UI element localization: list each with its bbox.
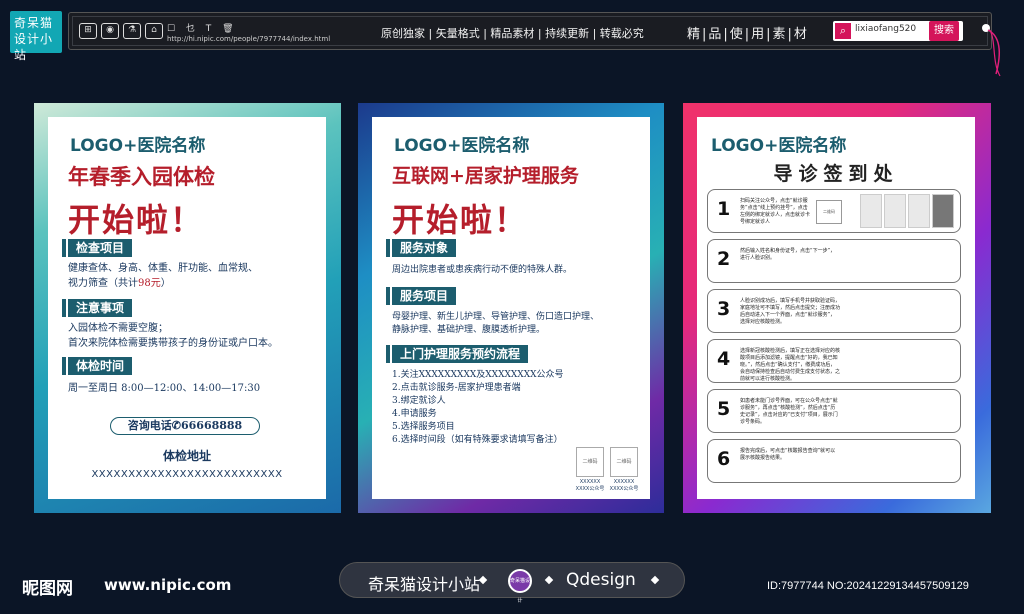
brand-logo[interactable]: 奇呆猫 设计小站 [10, 11, 62, 62]
brand-badge: 奇呆猫设计 [508, 569, 532, 604]
section-tag: 体检时间 [61, 357, 133, 375]
poster-guide-checkin: LOGO+医院名称 导诊签到处 1 扫码关注公众号，点击“就诊服务”点击“线上预… [683, 103, 991, 513]
brand-logo-line1: 奇呆猫 [14, 16, 54, 30]
step-text: 人脸识别成功后，填写手机号并获取验证码，家庭地址可不填写，然后点击提交；注册成功… [740, 298, 841, 325]
step-number: 4 [717, 348, 731, 370]
poster-logo-title: LOGO+医院名称 [70, 136, 206, 156]
body-line: 视力筛查（共计98元） [68, 276, 258, 291]
step-list: 1.关注XXXXXXXXX及XXXXXXXX公众号 2.点击就诊服务-居家护理患… [392, 369, 564, 447]
diamond-icon [544, 575, 554, 585]
phone-screenshot [932, 194, 954, 228]
step-number: 2 [717, 248, 731, 270]
step-item: 5.选择服务项目 [392, 422, 455, 432]
qr-code: 二维码 [576, 447, 604, 477]
brand-pill: 奇呆猫设计小站 奇呆猫设计 Qdesign [339, 562, 685, 604]
qdesign-text: Qdesign [566, 570, 636, 590]
search-button[interactable]: 搜索 [929, 21, 959, 41]
price: 98元 [138, 278, 161, 289]
headline: 年春季入园体检 [68, 164, 215, 189]
qr-caption-line: XXXX公众号 [609, 486, 639, 492]
poster-logo-title: LOGO+医院名称 [711, 136, 847, 156]
brand-logo-line2: 设计小站 [14, 32, 54, 62]
step-number: 5 [717, 398, 731, 420]
body-text: 视力筛查（共计 [68, 278, 138, 289]
profile-url[interactable]: http://hi.nipic.com/people/7977744/index… [167, 35, 330, 43]
step-item: 6.选择时间段（如有特殊要求请填写备注） [392, 435, 563, 445]
search-input[interactable] [855, 24, 935, 34]
guide-step: 2 然后输入姓名和身份证号，点击“下一步”，进行人脸识别。 [707, 239, 961, 283]
qr-caption-line: XXXX公众号 [575, 486, 605, 492]
guide-title: 导诊签到处 [773, 163, 899, 185]
section-tag: 注意事项 [61, 299, 133, 317]
step-text: 报告完成后，可点击“核酸报告查询”就可以展示核酸报告结果。 [740, 448, 836, 461]
step-number: 1 [717, 198, 731, 220]
step-item: 2.点击就诊服务-居家护理患者端 [392, 383, 521, 393]
body-line: 健康查体、身高、体重、肝功能、血常规、 [68, 263, 258, 274]
address-title: 体检地址 [162, 449, 211, 463]
step-text: 如患者未能门诊号界面，可在公众号点击“就诊服务”，再点击“核酸检测”，然后点击“… [740, 398, 838, 425]
shop-icon[interactable]: ⌂ [145, 23, 163, 39]
body-line: 静脉护理、基础护理、腹膜透析护理。 [392, 325, 546, 335]
small-tool-icons[interactable]: ☐ 乜 T 🗑 [167, 21, 238, 34]
diamond-icon [478, 575, 488, 585]
body-line: 周边出院患者或患疾病行动不便的特殊人群。 [392, 265, 573, 275]
qr-code: 二维码 [816, 200, 842, 224]
poster-checkup: LOGO+医院名称 年春季入园体检 开始啦！ 检查项目 健康查体、身高、体重、肝… [34, 103, 341, 513]
site-url[interactable]: www.nipic.com [104, 576, 231, 594]
section-tag: 上门护理服务预约流程 [385, 345, 529, 363]
address-value: XXXXXXXXXXXXXXXXXXXXXXXXXX [91, 469, 283, 480]
phone-screenshot [860, 194, 882, 228]
headline: 互联网+居家护理服务 [392, 165, 579, 187]
gift-icon[interactable]: ⊞ [79, 23, 97, 39]
guide-step: 6 报告完成后，可点击“核酸报告查询”就可以展示核酸报告结果。 [707, 439, 961, 483]
step-item: 3.绑定就诊人 [392, 396, 446, 406]
diamond-icon [650, 575, 660, 585]
poster-logo-title: LOGO+医院名称 [394, 136, 530, 156]
site-logo[interactable]: 昵图网 [22, 574, 73, 599]
step-number: 3 [717, 298, 731, 320]
brand-name: 奇呆猫设计小站 [368, 575, 481, 594]
qr-code: 二维码 [610, 447, 638, 477]
step-number: 6 [717, 448, 731, 470]
headline-large: 开始啦！ [392, 201, 529, 239]
poster-card: LOGO+医院名称 导诊签到处 1 扫码关注公众号，点击“就诊服务”点击“线上预… [697, 117, 975, 499]
poster-card: LOGO+医院名称 互联网+居家护理服务 开始啦！ 服务对象 周边出院患者或患疾… [372, 117, 650, 499]
search-icon[interactable]: ⌕ [835, 23, 851, 39]
camera-icon[interactable]: ◉ [101, 23, 119, 39]
section-body: 入园体检不需要空腹； 首次来院体检需要携带孩子的身份证或户口本。 [68, 321, 278, 351]
image-id: ID:7977744 NO:20241229134457509129 [767, 580, 969, 592]
phone-badge: 咨询电话✆66668888 [110, 417, 260, 435]
step-item: 1.关注XXXXXXXXX及XXXXXXXX公众号 [392, 370, 564, 380]
flask-icon[interactable]: ⚗ [123, 23, 141, 39]
tassel-icon [982, 24, 1001, 77]
section-tag: 检查项目 [61, 239, 133, 257]
body-text: ） [160, 278, 171, 289]
step-item: 4.申请服务 [392, 409, 437, 419]
phone-screenshot [884, 194, 906, 228]
guide-step: 1 扫码关注公众号，点击“就诊服务”点击“线上预约挂号”，点击左侧的绑定就诊人，… [707, 189, 961, 233]
section-body: 健康查体、身高、体重、肝功能、血常规、 视力筛查（共计98元） [68, 261, 258, 291]
qr-caption: XXXXXX XXXX公众号 [573, 479, 607, 492]
step-text: 选择新冠核酸检测后，填写正在选择对应的核酸项目后添加滤镜，提醒点击“好的，我已知… [740, 348, 841, 382]
body-line: 周一至周日 8:00—12:00、14:00—17:30 [68, 383, 261, 394]
section-tag: 服务项目 [385, 287, 457, 305]
headline-large: 开始啦！ [68, 201, 205, 239]
step-text: 然后输入姓名和身份证号，点击“下一步”，进行人脸识别。 [740, 248, 836, 261]
body-line: 首次来院体检需要携带孩子的身份证或户口本。 [68, 338, 278, 349]
top-toolbar: ⊞ ◉ ⚗ ⌂ ☐ 乜 T 🗑 http://hi.nipic.com/peop… [68, 12, 992, 50]
body-line: 母婴护理、新生儿护理、导管护理、伤口造口护理、 [392, 312, 600, 322]
section-tag: 服务对象 [385, 239, 457, 257]
toolbar-slogan-right: 精|品|使|用|素|材 [687, 27, 809, 42]
step-text: 扫码关注公众号，点击“就诊服务”点击“线上预约挂号”，点击左侧的绑定就诊人，点击… [740, 198, 811, 225]
guide-step: 4 选择新冠核酸检测后，填写正在选择对应的核酸项目后添加滤镜，提醒点击“好的，我… [707, 339, 961, 383]
phone-screenshot [908, 194, 930, 228]
qr-caption: XXXXXX XXXX公众号 [607, 479, 641, 492]
guide-step: 3 人脸识别成功后，填写手机号并获取验证码，家庭地址可不填写，然后点击提交；注册… [707, 289, 961, 333]
section-body: 母婴护理、新生儿护理、导管护理、伤口造口护理、 静脉护理、基础护理、腹膜透析护理… [392, 311, 599, 337]
guide-step: 5 如患者未能门诊号界面，可在公众号点击“就诊服务”，再点击“核酸检测”，然后点… [707, 389, 961, 433]
body-line: 入园体检不需要空腹； [68, 323, 168, 334]
poster-card: LOGO+医院名称 年春季入园体检 开始啦！ 检查项目 健康查体、身高、体重、肝… [48, 117, 326, 499]
toolbar-slogan: 原创独家 | 矢量格式 | 精品素材 | 持续更新 | 转载必究 [381, 27, 644, 40]
poster-home-care: LOGO+医院名称 互联网+居家护理服务 开始啦！ 服务对象 周边出院患者或患疾… [358, 103, 664, 513]
